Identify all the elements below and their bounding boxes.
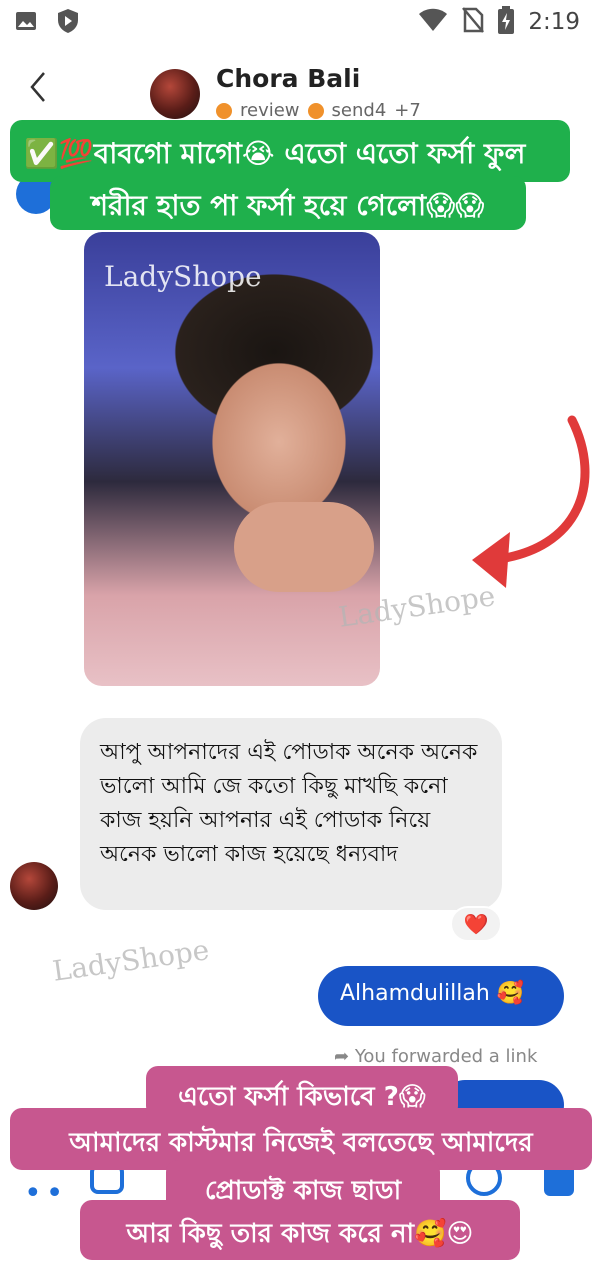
status-bar: 2:19 (0, 0, 600, 42)
watermark-text: LadyShope (50, 933, 212, 988)
received-message-bubble[interactable]: আপু আপনাদের এই পোডাক অনেক অনেক ভালো আমি … (80, 718, 502, 910)
tag-more-count: +7 (394, 100, 421, 121)
battery-charging-icon (498, 6, 515, 38)
overlay-caption-top-line2: শরীর হাত পা ফর্সা হয়ে গেলো😱😱 (50, 176, 526, 230)
heart-reaction-icon[interactable]: ❤️ (450, 906, 502, 942)
shield-icon (56, 8, 80, 38)
tag-send: send4 (331, 100, 387, 121)
chat-header: Chora Bali review send4 +7 (0, 42, 600, 122)
gallery-icon (14, 9, 38, 37)
sent-message-bubble[interactable]: Alhamdulillah 🥰 (318, 966, 564, 1026)
overlay-caption-bottom-line4: আর কিছু তার কাজ করে না🥰😍 (80, 1200, 520, 1260)
forward-arrow-icon: ➦ (334, 1046, 355, 1067)
red-arrow-icon (472, 415, 590, 588)
photo-watermark: LadyShope (104, 260, 262, 293)
overlay-caption-top-line1: ✅💯বাবগো মাগো😭 এতো এতো ফর্সা ফুল (10, 120, 570, 182)
forward-note: ➦ You forwarded a link (334, 1046, 537, 1067)
tag-dot-icon (216, 102, 232, 119)
contact-avatar[interactable] (150, 69, 200, 119)
wifi-icon (418, 8, 448, 36)
photo-hand (234, 502, 374, 592)
no-sim-icon (462, 7, 485, 37)
shared-photo[interactable]: LadyShope (84, 232, 380, 686)
contact-tags[interactable]: review send4 +7 (216, 100, 421, 121)
status-time: 2:19 (528, 9, 580, 35)
contact-name[interactable]: Chora Bali (216, 64, 360, 93)
tag-dot-icon (307, 102, 324, 119)
chevron-left-icon[interactable] (28, 70, 48, 110)
more-options-icon[interactable]: •• (24, 1176, 67, 1211)
forward-note-text: You forwarded a link (354, 1046, 538, 1067)
sender-avatar[interactable] (10, 862, 58, 910)
tag-review: review (240, 100, 300, 121)
